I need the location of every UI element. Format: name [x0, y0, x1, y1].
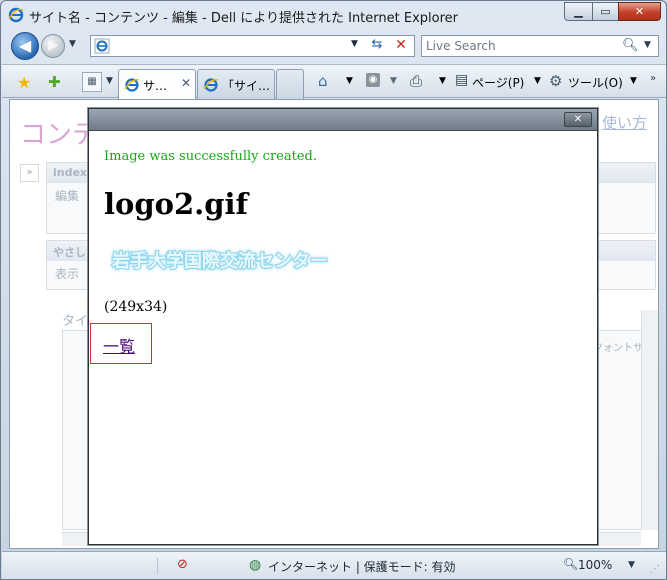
browser-window: サイト名 - コンテンツ - 編集 - Dell により提供された Intern…: [0, 0, 667, 580]
tab-current[interactable]: サ… ✕: [118, 69, 196, 99]
address-bar: ▼ ⇆ ✕: [90, 35, 415, 57]
tab-label: 「サイ…: [222, 79, 271, 93]
window-title: サイト名 - コンテンツ - 編集 - Dell により提供された Intern…: [29, 11, 458, 26]
tab-ie-icon: [124, 78, 140, 92]
zoom-icon[interactable]: 🔍︎: [563, 557, 578, 571]
generated-logo-image: 岩手大学国際交流センター: [110, 249, 329, 273]
print-dropdown-icon[interactable]: ▼: [439, 76, 446, 86]
editor-title-label: タイ: [62, 314, 89, 329]
page-icon[interactable]: ▤: [455, 72, 468, 88]
stop-button[interactable]: ✕: [390, 37, 412, 55]
image-dialog: ✕ Image was successfully created. logo2.…: [88, 108, 598, 545]
feeds-dropdown-icon[interactable]: ▼: [390, 76, 397, 86]
tab-label: サ…: [143, 79, 168, 93]
zoom-dropdown-icon[interactable]: ▼: [628, 560, 635, 570]
dialog-body: Image was successfully created. logo2.gi…: [90, 132, 596, 544]
page-ie-icon: [94, 38, 110, 54]
status-text: [8, 558, 158, 574]
dialog-close-button[interactable]: ✕: [564, 112, 592, 127]
print-icon[interactable]: ⎙: [410, 72, 422, 90]
tab-second[interactable]: 「サイ…: [197, 69, 275, 99]
page-dropdown-icon[interactable]: ▼: [534, 76, 541, 86]
vertical-scrollbar[interactable]: [641, 310, 658, 530]
file-name-heading: logo2.gif: [104, 187, 249, 221]
list-link[interactable]: 一覧: [90, 323, 152, 364]
page-menu[interactable]: ページ(P): [472, 74, 524, 91]
success-message: Image was successfully created.: [104, 149, 317, 164]
dialog-title-bar: ✕: [89, 109, 597, 131]
zoom-level[interactable]: 100%: [578, 558, 612, 572]
tools-menu[interactable]: ツール(O): [568, 74, 623, 91]
command-bar: ★ ✚ ▦ ▼ サ… ✕ 「サイ… ⌂ ▼ ◉ ▼ ⎙ ▼ ▤ ページ(P) ▼…: [2, 64, 666, 99]
favorites-star-icon[interactable]: ★: [17, 73, 31, 92]
home-icon[interactable]: ⌂: [318, 72, 328, 90]
sidebar-toggle-icon[interactable]: »: [20, 164, 39, 182]
font-size-select[interactable]: フォントサ: [593, 339, 643, 354]
refresh-button[interactable]: ⇆: [366, 37, 388, 55]
tab-ie-icon: [203, 78, 219, 92]
search-options-dropdown-icon[interactable]: ▼: [644, 40, 651, 50]
search-input[interactable]: [426, 38, 616, 54]
ie-logo-icon: [8, 7, 24, 23]
globe-icon: ◍: [249, 557, 262, 573]
tools-dropdown-icon[interactable]: ▼: [630, 76, 637, 86]
usage-link[interactable]: 使い方: [602, 112, 647, 133]
quick-tabs-icon[interactable]: ▦: [82, 72, 102, 92]
address-input[interactable]: [113, 38, 358, 54]
tab-close-icon[interactable]: ✕: [181, 76, 191, 90]
forward-button[interactable]: ▶: [41, 34, 65, 58]
chevron-more-icon[interactable]: »: [650, 73, 656, 84]
search-icon[interactable]: 🔍︎: [622, 38, 639, 54]
title-bar: サイト名 - コンテンツ - 編集 - Dell により提供された Intern…: [1, 1, 666, 29]
minimize-button[interactable]: ▁: [564, 2, 593, 21]
security-zone-text[interactable]: インターネット | 保護モード: 有効: [268, 558, 456, 575]
tab-list-dropdown-icon[interactable]: ▼: [106, 76, 113, 86]
maximize-button[interactable]: ▭: [592, 2, 619, 21]
privacy-icon[interactable]: ⊘: [177, 557, 188, 572]
image-dimensions: (249x34): [104, 299, 168, 315]
feeds-icon[interactable]: ◉: [366, 73, 380, 87]
new-tab-button[interactable]: [276, 69, 304, 99]
back-button[interactable]: ◀: [11, 32, 39, 60]
search-box: 🔍︎ ▼: [421, 35, 659, 57]
status-bar: ⊘ ◍ インターネット | 保護モード: 有効 🔍︎ 100% ▼ ⋰: [2, 551, 666, 579]
close-window-button[interactable]: ✕: [618, 2, 661, 21]
logo-text: 岩手大学国際交流センター: [111, 250, 328, 272]
address-dropdown-icon[interactable]: ▼: [351, 39, 358, 49]
home-dropdown-icon[interactable]: ▼: [346, 76, 353, 86]
add-favorite-icon[interactable]: ✚: [48, 73, 61, 91]
resize-grip-icon[interactable]: ⋰: [650, 564, 660, 575]
gear-icon[interactable]: ⚙: [549, 72, 562, 90]
page-title: コンテ: [20, 120, 99, 150]
history-dropdown-icon[interactable]: ▼: [69, 39, 76, 49]
